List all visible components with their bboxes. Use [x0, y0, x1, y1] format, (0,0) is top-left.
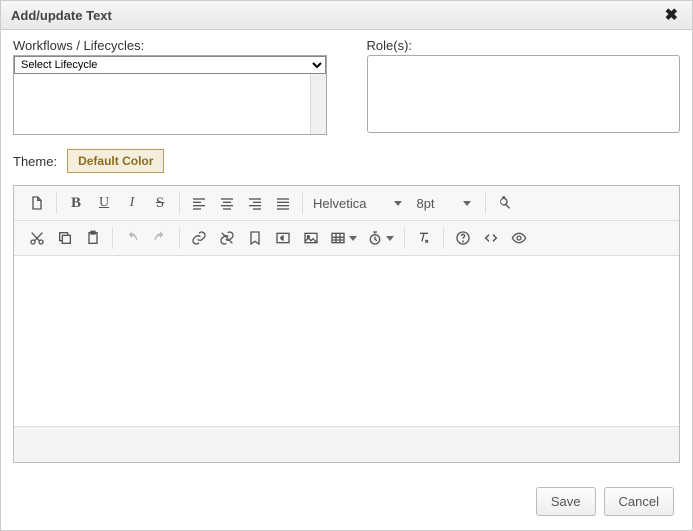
find-icon[interactable]	[496, 193, 514, 213]
preview-icon[interactable]	[510, 228, 528, 248]
help-icon[interactable]	[454, 228, 472, 248]
redo-icon[interactable]	[151, 228, 169, 248]
theme-label: Theme:	[13, 154, 57, 169]
font-size-value: 8pt	[416, 196, 434, 211]
align-center-icon[interactable]	[218, 193, 236, 213]
roles-label: Role(s):	[367, 38, 681, 53]
dialog-header: Add/update Text ✖	[1, 1, 692, 30]
copy-icon[interactable]	[56, 228, 74, 248]
unlink-icon[interactable]	[218, 228, 236, 248]
link-icon[interactable]	[190, 228, 208, 248]
italic-button[interactable]: I	[123, 193, 141, 213]
strikethrough-button[interactable]: S	[151, 193, 169, 213]
dialog: Add/update Text ✖ Workflows / Lifecycles…	[0, 0, 693, 531]
roles-box[interactable]	[367, 55, 681, 133]
chevron-down-icon	[386, 236, 394, 241]
font-size-select[interactable]: 8pt	[416, 196, 474, 211]
align-left-icon[interactable]	[190, 193, 208, 213]
chevron-down-icon	[349, 236, 357, 241]
embed-icon[interactable]	[274, 228, 292, 248]
rich-text-editor: B U I S Helvetica	[13, 185, 680, 463]
new-document-icon[interactable]	[28, 193, 46, 213]
font-family-value: Helvetica	[313, 196, 366, 211]
align-justify-icon[interactable]	[274, 193, 292, 213]
editor-textarea[interactable]	[14, 256, 679, 426]
editor-statusbar	[14, 426, 679, 462]
chevron-down-icon	[463, 201, 471, 206]
table-icon[interactable]	[330, 228, 357, 248]
bookmark-icon[interactable]	[246, 228, 264, 248]
image-icon[interactable]	[302, 228, 320, 248]
theme-badge[interactable]: Default Color	[67, 149, 164, 173]
workflows-label: Workflows / Lifecycles:	[13, 38, 327, 53]
font-family-select[interactable]: Helvetica	[313, 196, 406, 211]
bold-button[interactable]: B	[67, 193, 85, 213]
undo-icon[interactable]	[123, 228, 141, 248]
lifecycle-select[interactable]: Select Lifecycle	[14, 56, 326, 74]
workflows-box: Select Lifecycle	[13, 55, 327, 135]
source-code-icon[interactable]	[482, 228, 500, 248]
clear-format-icon[interactable]	[415, 228, 433, 248]
time-icon[interactable]	[367, 228, 394, 248]
dialog-title: Add/update Text	[11, 8, 112, 23]
scrollbar[interactable]	[310, 74, 326, 134]
save-button[interactable]: Save	[536, 487, 596, 516]
cut-icon[interactable]	[28, 228, 46, 248]
close-icon[interactable]: ✖	[661, 5, 682, 25]
chevron-down-icon	[394, 201, 402, 206]
align-right-icon[interactable]	[246, 193, 264, 213]
cancel-button[interactable]: Cancel	[604, 487, 674, 516]
underline-button[interactable]: U	[95, 193, 113, 213]
paste-icon[interactable]	[84, 228, 102, 248]
